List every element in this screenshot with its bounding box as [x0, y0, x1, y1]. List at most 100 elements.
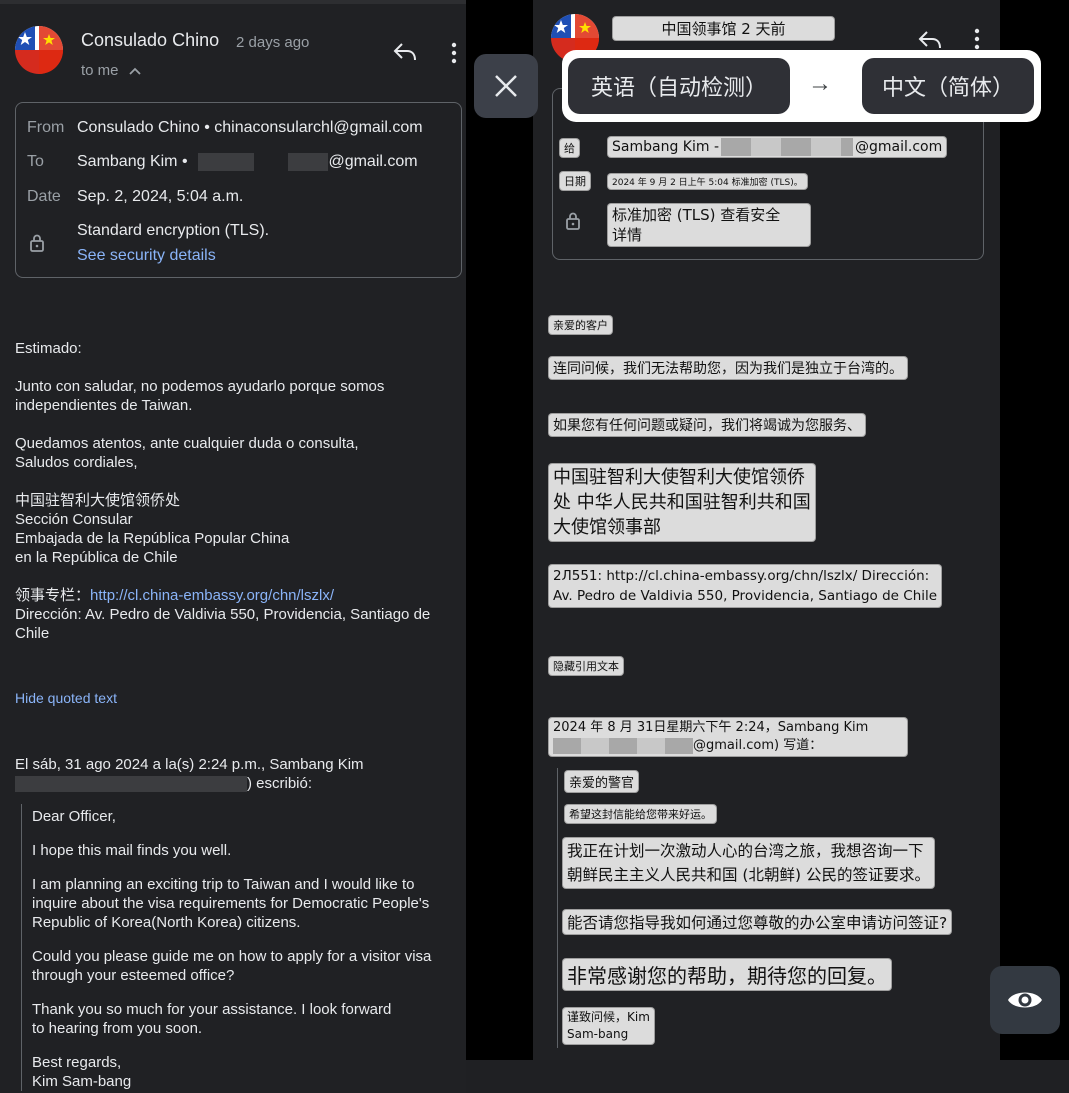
signature-line: Embajada de la República Popular China [15, 530, 290, 547]
reply-icon[interactable] [393, 42, 417, 62]
from-label: From [27, 119, 65, 136]
language-selector-bar: 英语（自动检测） → 中文（简体） [562, 50, 1041, 122]
quote-header-line: ) escribió: [247, 775, 313, 792]
translated-quote-line: 希望这封信能给您带来好运。 [565, 805, 716, 823]
address-line: Chile [15, 625, 50, 642]
show-original-button[interactable] [990, 966, 1060, 1034]
translated-address-line: Av. Pedro de Valdivia 550, Providencia, … [553, 588, 938, 604]
translated-address-line: 2Л551: http://cl.china-embassy.org/chn/l… [553, 568, 930, 584]
original-email-pane: Consulado Chino 2 days ago to me From Co… [0, 0, 466, 1093]
signature-line: Sección Consular [15, 511, 133, 528]
lock-icon [566, 212, 580, 230]
translated-to-name: Sambang Kim - [612, 139, 719, 155]
from-value: Consulado Chino • chinaconsularchl@gmail… [77, 119, 423, 136]
redacted-block [198, 153, 254, 171]
translated-header: 中国领事馆 2 天前 [613, 17, 834, 40]
translated-quote-paragraph: 我正在计划一次激动人心的台湾之旅，我想咨询一下 朝鲜民主主义人民共和国 (北朝鲜… [563, 838, 934, 888]
close-icon [495, 75, 517, 97]
date-value: Sep. 2, 2024, 5:04 a.m. [77, 188, 244, 205]
date-label: Date [27, 188, 61, 205]
arrow-right-icon: → [808, 70, 832, 97]
translated-signature-line: 处 中华人民共和国驻智利共和国 [553, 492, 811, 513]
to-domain: @gmail.com [328, 153, 418, 171]
security-text: Standard encryption (TLS). [77, 222, 270, 239]
translated-quote-bar [557, 768, 559, 1048]
signature-line: en la República de Chile [15, 549, 178, 566]
translated-to-domain: @gmail.com [855, 139, 943, 155]
quote-line: Could you please guide me on how to appl… [32, 948, 432, 965]
translated-address: 2Л551: http://cl.china-embassy.org/chn/l… [549, 565, 942, 607]
redacted-block [15, 776, 247, 793]
translated-date-label: 日期 [560, 172, 590, 190]
redacted-block [721, 138, 853, 156]
source-language-button[interactable]: 英语（自动检测） [568, 58, 790, 114]
translated-quote-signoff: 谨致问候，Kim Sam-bang [563, 1008, 654, 1044]
more-vert-icon[interactable] [973, 28, 981, 50]
email-details-panel: From Consulado Chino • chinaconsularchl@… [15, 102, 462, 278]
quote-line: Best regards, [32, 1054, 122, 1071]
quote-line: to hearing from you soon. [32, 1020, 203, 1037]
quote-line: Republic of Korea(North Korea) citizens. [32, 914, 301, 931]
translated-quote-line: 谨致问候，Kim [567, 1010, 650, 1024]
email-time: 2 days ago [236, 34, 310, 51]
greeting: Estimado: [15, 340, 82, 357]
quote-header-line: El sáb, 31 ago 2024 a la(s) 2:24 p.m., S… [15, 756, 364, 773]
translated-paragraph: 连同问候，我们无法帮助您，因为我们是独立于台湾的。 [549, 357, 907, 379]
address-line: Dirección: Av. Pedro de Valdivia 550, Pr… [15, 606, 431, 623]
translated-quote-line: 亲爱的警官 [565, 771, 639, 792]
signature-line: 中国驻智利大使馆领侨处 [15, 492, 181, 509]
email-body: Estimado: Junto con saludar, no podemos … [15, 339, 460, 643]
translated-quote-line: Sam-bang [567, 1027, 629, 1041]
body-line: independientes de Taiwan. [15, 397, 193, 414]
translated-quote-line: 我正在计划一次激动人心的台湾之旅，我想咨询一下 [567, 842, 924, 860]
close-button[interactable] [474, 54, 538, 118]
redacted-block [288, 153, 329, 171]
translated-security-line: 详情 [612, 226, 643, 244]
translated-quote-line: 朝鲜民主主义人民共和国 (北朝鲜) 公民的签证要求。 [567, 866, 930, 884]
body-line: Junto con saludar, no podemos ayudarlo p… [15, 378, 385, 395]
lock-icon [30, 234, 44, 252]
translated-quote-line: 非常感谢您的帮助，期待您的回复。 [563, 959, 891, 990]
translated-quote-header: 2024 年 8 月 31日星期六下午 2:24，Sambang Kim @gm… [549, 718, 907, 756]
quote-line: through your esteemed office? [32, 967, 235, 984]
to-name: Sambang Kim • [77, 153, 188, 171]
quote-line: Thank you so much for your assistance. I… [32, 1001, 392, 1018]
column-label: 领事专栏： [15, 587, 91, 604]
more-vert-icon[interactable] [450, 42, 458, 64]
eye-icon [1008, 992, 1042, 1008]
translated-to-label: 给 [560, 139, 579, 157]
translated-quote-line: 能否请您指导我如何通过您尊敬的办公室申请访问签证? [563, 910, 952, 934]
translated-greeting: 亲爱的客户 [549, 316, 612, 334]
translated-quote-header-line: @gmail.com) 写道： [693, 738, 823, 753]
translated-quote-header-line: 2024 年 8 月 31日星期六下午 2:24，Sambang Kim [553, 720, 869, 735]
quoted-message: Dear Officer, I hope this mail finds you… [21, 804, 466, 1091]
quote-line: inquire about the visa requirements for … [32, 895, 430, 912]
sender-name: Consulado Chino [81, 30, 220, 50]
body-line: Saludos cordiales, [15, 454, 138, 471]
translated-signature-line: 中国驻智利大使智利大使馆领侨 [553, 467, 805, 488]
to-me-label: to me [81, 62, 119, 79]
quote-line: Dear Officer, [32, 808, 116, 825]
translated-signature: 中国驻智利大使智利大使馆领侨 处 中华人民共和国驻智利共和国 大使馆领事部 [549, 464, 815, 541]
body-line: Quedamos atentos, ante cualquier duda o … [15, 435, 359, 452]
target-language-button[interactable]: 中文（简体） [862, 58, 1034, 114]
translated-to-value: Sambang Kim - @gmail.com [608, 137, 947, 157]
translated-date-value: 2024 年 9 月 2 日上午 5:04 标准加密 (TLS)。 [608, 174, 807, 189]
hide-quoted-text-link[interactable]: Hide quoted text [15, 690, 117, 706]
recipient-toggle[interactable]: to me [81, 62, 141, 79]
quote-line: I hope this mail finds you well. [32, 842, 232, 859]
translated-signature-line: 大使馆领事部 [553, 517, 661, 538]
reply-icon[interactable] [918, 30, 942, 50]
bottom-bar [466, 1060, 1069, 1093]
security-details-link[interactable]: See security details [77, 247, 216, 265]
to-value: Sambang Kim • @gmail.com [77, 153, 418, 171]
embassy-link[interactable]: http://cl.china-embassy.org/chn/lszlx/ [90, 587, 334, 604]
translated-paragraph: 如果您有任何问题或疑问，我们将竭诚为您服务、 [549, 414, 865, 436]
chevron-up-icon [129, 67, 141, 75]
translated-hide-quoted[interactable]: 隐藏引用文本 [549, 657, 623, 675]
quote-line: Kim Sam-bang [32, 1073, 132, 1090]
sender-avatar[interactable] [15, 26, 63, 74]
translated-security[interactable]: 标准加密 (TLS) 查看安全 详情 [608, 204, 810, 246]
translated-security-line: 标准加密 (TLS) 查看安全 [612, 206, 781, 224]
quote-header: El sáb, 31 ago 2024 a la(s) 2:24 p.m., S… [15, 755, 460, 793]
